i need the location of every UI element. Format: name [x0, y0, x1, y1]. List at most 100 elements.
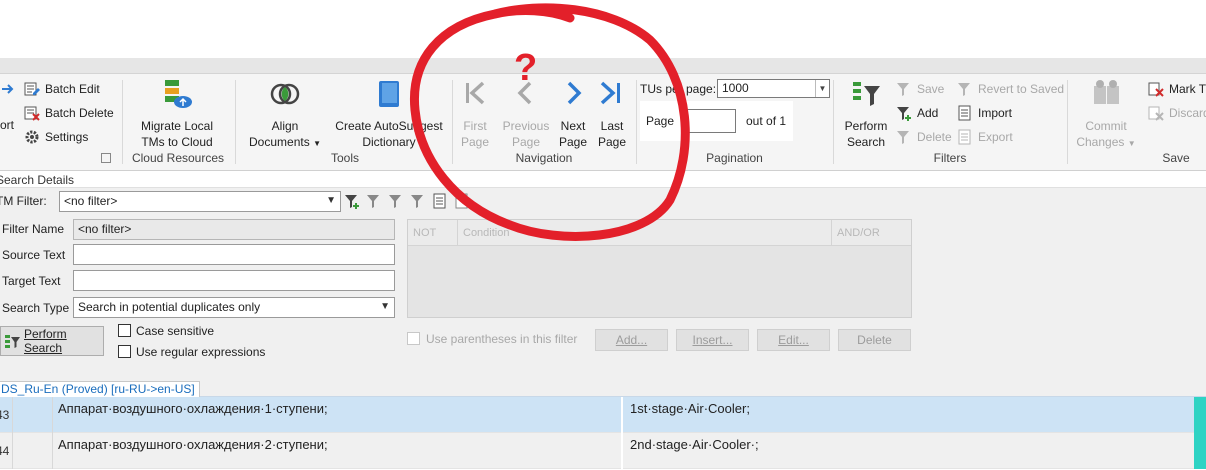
dialog-launcher-icon[interactable] [101, 153, 111, 163]
dropdown-arrow-icon: ▼ [313, 139, 321, 148]
commit-label-1: Commit [1085, 119, 1127, 133]
row-status-cell [12, 433, 53, 469]
separator [1067, 80, 1068, 164]
row-status-cell [12, 397, 53, 433]
source-segment[interactable]: Аппарат·воздушного·охлаждения·1·ступени; [58, 401, 328, 416]
revert-to-saved-button[interactable]: Revert to Saved [957, 80, 1064, 98]
tus-per-page-select[interactable]: 1000 ▼ [717, 79, 830, 98]
commit-changes-button[interactable]: Commit Changes ▼ [1074, 78, 1138, 152]
batch-edit-button[interactable]: Batch Edit [24, 80, 100, 98]
perform-search-label: Perform Search [24, 327, 67, 355]
case-sensitive-checkbox[interactable] [118, 324, 131, 337]
filter-save-label: Save [917, 82, 945, 96]
target-segment[interactable]: 1st·stage·Air·Cooler; [630, 401, 750, 416]
search-type-select[interactable]: Search in potential duplicates only ▼ [73, 297, 395, 318]
source-segment[interactable]: Аппарат·воздушного·охлаждения·2·ступени; [58, 437, 328, 452]
source-text-label: Source Text [2, 248, 66, 262]
grid-header-andor: AND/OR [837, 227, 880, 239]
target-segment[interactable]: 2nd·stage·Air·Cooler·; [630, 437, 759, 452]
align-circles-icon [269, 78, 301, 110]
filter-import-button[interactable]: Import [957, 104, 1012, 122]
table-row[interactable]: 43 Аппарат·воздушного·охлаждения·1·ступе… [0, 397, 1206, 433]
export-arrow-icon [0, 81, 16, 97]
batch-edit-icon [24, 81, 40, 97]
condition-insert-button[interactable]: Insert... [676, 329, 749, 351]
commit-label-2: Changes [1076, 135, 1125, 149]
settings-button[interactable]: Settings [24, 128, 88, 146]
dropdown-arrow-icon: ▼ [1127, 139, 1136, 148]
chevron-down-icon: ▼ [815, 80, 829, 97]
use-parentheses-checkbox[interactable] [407, 332, 420, 345]
perform-label-2: Search [846, 135, 886, 149]
table-row[interactable]: 44 Аппарат·воздушного·охлаждения·2·ступе… [0, 433, 1206, 469]
separator [621, 433, 623, 469]
regex-checkbox[interactable] [118, 345, 131, 358]
mark-tu-button[interactable]: Mark TU [1148, 80, 1206, 98]
annotation-circle: ? [409, 3, 690, 241]
chevron-down-icon: ▼ [326, 195, 336, 206]
filter-delete-button[interactable]: Delete [896, 128, 952, 146]
discard-icon [1148, 105, 1164, 121]
import-label: Import [978, 106, 1013, 120]
align-label-2: Documents [249, 135, 310, 149]
filter-save-icon[interactable] [366, 193, 382, 209]
filter-name-value: <no filter> [78, 222, 132, 236]
filter-save-button[interactable]: Save [896, 80, 944, 98]
filter-add-icon[interactable] [344, 193, 360, 209]
discard-label: Discard [1169, 106, 1206, 120]
search-details-title: Search Details [0, 173, 75, 187]
document-tab[interactable]: DS_Ru-En (Proved) [ru-RU->en-US] [0, 381, 200, 397]
filter-save-icon [896, 81, 912, 97]
batch-delete-icon [24, 105, 40, 121]
filter-name-label: Filter Name [2, 222, 65, 236]
batch-delete-button[interactable]: Batch Delete [24, 104, 114, 122]
align-label-1: Align [271, 119, 299, 133]
separator [621, 397, 623, 433]
tm-filter-select[interactable]: <no filter> ▼ [59, 191, 341, 212]
search-type-label: Search Type [2, 301, 70, 315]
row-number-text: 44 [0, 444, 10, 458]
search-type-value: Search in potential duplicates only [78, 300, 261, 314]
group-label-save: Save [1162, 151, 1190, 165]
filter-export-button[interactable]: Export [957, 128, 1013, 146]
batch-delete-label: Batch Delete [45, 106, 114, 120]
filter-add-button[interactable]: Add [896, 104, 938, 122]
migrate-tms-button[interactable]: Migrate Local TMs to Cloud [132, 78, 222, 150]
discard-button[interactable]: Discard [1148, 104, 1206, 122]
cloud-migrate-icon [161, 78, 193, 110]
align-documents-button[interactable]: Align Documents ▼ [243, 78, 327, 152]
perform-search-button[interactable]: Perform Search [0, 326, 104, 356]
filter-name-field: <no filter> [73, 219, 395, 240]
export-label: Export [978, 130, 1013, 144]
row-number: 44 [0, 433, 12, 469]
commit-database-icon [1090, 78, 1122, 110]
settings-label: Settings [45, 130, 89, 144]
row-number-text: 43 [0, 408, 10, 422]
migrate-label-2: TMs to Cloud [141, 135, 213, 149]
filter-list-icon [850, 78, 882, 110]
filter-revert-icon [957, 81, 973, 97]
perform-search-ribbon-button[interactable]: Perform Search [840, 78, 892, 150]
condition-add-button[interactable]: Add... [595, 329, 668, 351]
filter-delete-icon [896, 129, 912, 145]
group-label-filters: Filters [933, 151, 967, 165]
group-label-cloud: Cloud Resources [131, 151, 225, 165]
export-label: ort [0, 118, 15, 132]
filter-add-icon [896, 105, 912, 121]
group-label-tools: Tools [330, 151, 359, 165]
import-icon [957, 105, 973, 121]
condition-edit-button[interactable]: Edit... [757, 329, 830, 351]
target-text-input[interactable] [73, 270, 395, 291]
row-status-marker [1194, 397, 1206, 433]
export-icon [957, 129, 973, 145]
annotation-question-mark: ? [514, 47, 537, 89]
source-text-input[interactable] [73, 244, 395, 265]
tus-per-page-value: 1000 [722, 81, 749, 95]
migrate-label-1: Migrate Local [140, 119, 214, 133]
chevron-down-icon: ▼ [380, 301, 390, 312]
condition-delete-button[interactable]: Delete [838, 329, 911, 351]
row-status-marker [1194, 433, 1206, 469]
page-out-of: out of 1 [746, 114, 787, 128]
export-button[interactable] [0, 80, 16, 98]
row-number: 43 [0, 397, 12, 433]
